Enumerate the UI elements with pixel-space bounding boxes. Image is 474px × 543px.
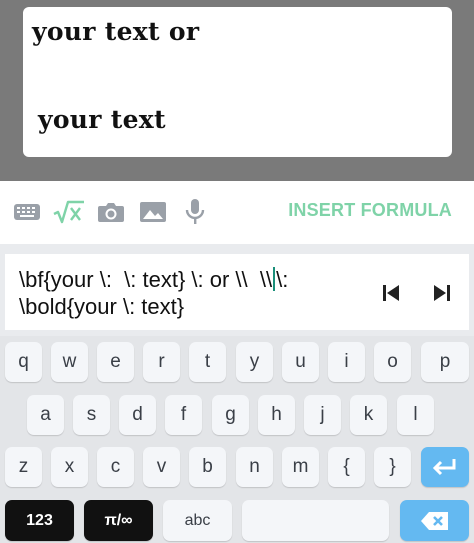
- key-s[interactable]: s: [73, 395, 110, 435]
- key-close-brace[interactable]: }: [374, 447, 411, 487]
- key-x[interactable]: x: [51, 447, 88, 487]
- formula-latex-text: \bf{your \: \: text} \: or \\ \\ \: \bold…: [19, 266, 359, 320]
- insert-formula-button[interactable]: INSERT FORMULA: [288, 200, 452, 221]
- key-r[interactable]: r: [143, 342, 180, 382]
- key-u[interactable]: u: [282, 342, 319, 382]
- key-k[interactable]: k: [350, 395, 387, 435]
- key-p[interactable]: p: [421, 342, 469, 382]
- key-c[interactable]: c: [97, 447, 134, 487]
- key-i[interactable]: i: [328, 342, 365, 382]
- keyboard-icon[interactable]: [12, 198, 42, 226]
- abc-key[interactable]: abc: [163, 500, 232, 541]
- backspace-key[interactable]: [400, 500, 469, 541]
- latex-line-1: \bf{your \: \: text} \: or \\ \\: [19, 267, 273, 292]
- key-y[interactable]: y: [236, 342, 273, 382]
- camera-icon[interactable]: [96, 198, 126, 226]
- formula-preview-area: your text or your text: [0, 0, 474, 181]
- cursor-end-button[interactable]: [431, 282, 453, 304]
- microphone-icon[interactable]: [183, 198, 207, 226]
- key-b[interactable]: b: [189, 447, 226, 487]
- key-v[interactable]: v: [143, 447, 180, 487]
- skip-previous-icon: [383, 285, 399, 301]
- image-icon[interactable]: [138, 198, 168, 226]
- space-key[interactable]: [242, 500, 389, 541]
- key-e[interactable]: e: [97, 342, 134, 382]
- formula-preview-card: your text or your text: [23, 7, 452, 157]
- enter-key[interactable]: [421, 447, 469, 487]
- skip-next-icon: [434, 285, 450, 301]
- backspace-icon: [420, 511, 448, 530]
- sqrt-x-icon[interactable]: [52, 198, 86, 226]
- key-o[interactable]: o: [374, 342, 411, 382]
- symbols-key[interactable]: π/∞: [84, 500, 153, 541]
- preview-line-1: your text or: [32, 17, 200, 46]
- key-open-brace[interactable]: {: [328, 447, 365, 487]
- key-l[interactable]: l: [397, 395, 434, 435]
- key-d[interactable]: d: [119, 395, 156, 435]
- key-j[interactable]: j: [304, 395, 341, 435]
- enter-icon: [432, 459, 456, 476]
- key-g[interactable]: g: [212, 395, 249, 435]
- numbers-key[interactable]: 123: [5, 500, 74, 541]
- key-m[interactable]: m: [282, 447, 319, 487]
- latex-line-1-end: \:: [276, 267, 289, 292]
- key-h[interactable]: h: [258, 395, 295, 435]
- latex-line-2: \bold{your \: text}: [19, 294, 185, 319]
- key-q[interactable]: q: [5, 342, 42, 382]
- key-z[interactable]: z: [5, 447, 42, 487]
- key-n[interactable]: n: [236, 447, 273, 487]
- key-t[interactable]: t: [189, 342, 226, 382]
- key-f[interactable]: f: [165, 395, 202, 435]
- text-caret: [273, 267, 276, 291]
- cursor-start-button[interactable]: [380, 282, 402, 304]
- preview-line-2: your text: [38, 105, 166, 134]
- key-w[interactable]: w: [51, 342, 88, 382]
- key-a[interactable]: a: [27, 395, 64, 435]
